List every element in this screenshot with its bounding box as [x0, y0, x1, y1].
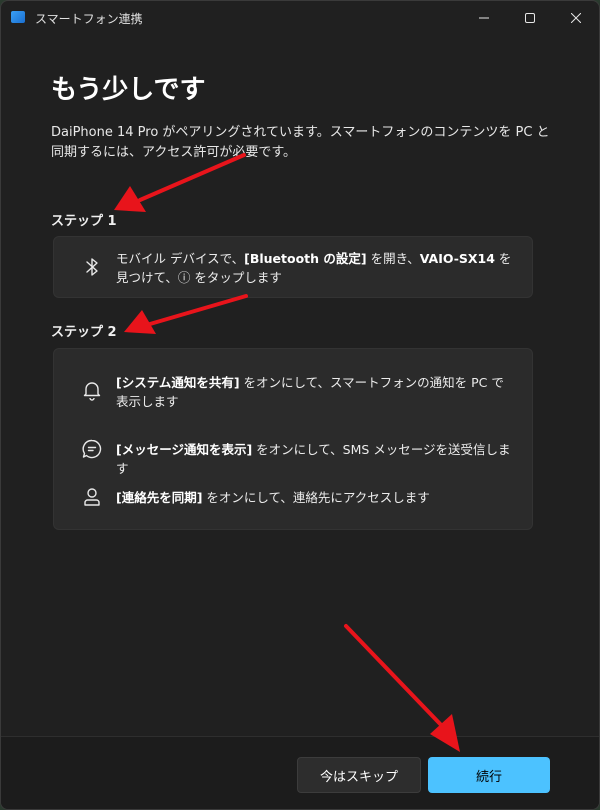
step-1-card: モバイル デバイスで、[Bluetooth の設定] を開き、VAIO-SX14…	[53, 236, 533, 298]
close-button[interactable]	[553, 1, 599, 35]
step-1-label: ステップ 1	[51, 214, 117, 229]
continue-button[interactable]: 続行	[428, 757, 550, 793]
pairing-description: DaiPhone 14 Pro がペアリングされています。スマートフォンのコンテ…	[51, 125, 550, 160]
page-heading: もう少しです	[51, 75, 206, 105]
bluetooth-settings-label: [Bluetooth の設定]	[244, 251, 367, 266]
phone-link-app-icon	[11, 11, 25, 23]
bluetooth-icon	[86, 258, 98, 276]
minimize-icon	[479, 17, 489, 19]
step-1-text-pre: モバイル デバイスで、	[116, 251, 245, 266]
step-2-item-contacts: [連絡先を同期] をオンにして、連絡先にアクセスします	[54, 485, 532, 509]
step-1-item: モバイル デバイスで、[Bluetooth の設定] を開き、VAIO-SX14…	[54, 237, 532, 297]
device-name: VAIO-SX14	[419, 251, 495, 266]
step-2-item-notifications: [システム通知を共有] をオンにして、スマートフォンの通知を PC で表示します	[54, 369, 532, 413]
person-icon	[84, 488, 100, 506]
window-title: スマートフォン連携	[35, 12, 143, 26]
show-message-notifications-label: [メッセージ通知を表示]	[116, 442, 253, 457]
step-2-card: [システム通知を共有] をオンにして、スマートフォンの通知を PC で表示します…	[53, 348, 533, 530]
maximize-icon	[525, 13, 535, 23]
contacts-text: [連絡先を同期] をオンにして、連絡先にアクセスします	[116, 488, 512, 507]
message-icon	[82, 439, 102, 459]
app-window: スマートフォン連携 もう少しです DaiPhone 14 Pro がペアリングさ…	[0, 0, 600, 810]
messages-text: [メッセージ通知を表示] をオンにして、SMS メッセージを送受信します	[116, 440, 512, 478]
minimize-button[interactable]	[461, 1, 507, 35]
title-bar[interactable]: スマートフォン連携	[1, 1, 599, 35]
close-icon	[571, 13, 581, 23]
maximize-button[interactable]	[507, 1, 553, 35]
notifications-text: [システム通知を共有] をオンにして、スマートフォンの通知を PC で表示します	[116, 373, 512, 411]
sync-contacts-label: [連絡先を同期]	[116, 490, 203, 505]
step-2-label: ステップ 2	[51, 325, 117, 340]
step-1-text-mid: を開き、	[366, 251, 420, 266]
step-2-item-messages: [メッセージ通知を表示] をオンにして、SMS メッセージを送受信します	[54, 437, 532, 476]
skip-button[interactable]: 今はスキップ	[297, 757, 421, 793]
step-1-text: モバイル デバイスで、[Bluetooth の設定] を開き、VAIO-SX14…	[116, 249, 512, 287]
share-system-notifications-label: [システム通知を共有]	[116, 375, 240, 390]
bell-icon	[83, 382, 101, 401]
contacts-description: をオンにして、連絡先にアクセスします	[202, 490, 430, 505]
footer-bar: 今はスキップ 続行	[1, 736, 599, 809]
